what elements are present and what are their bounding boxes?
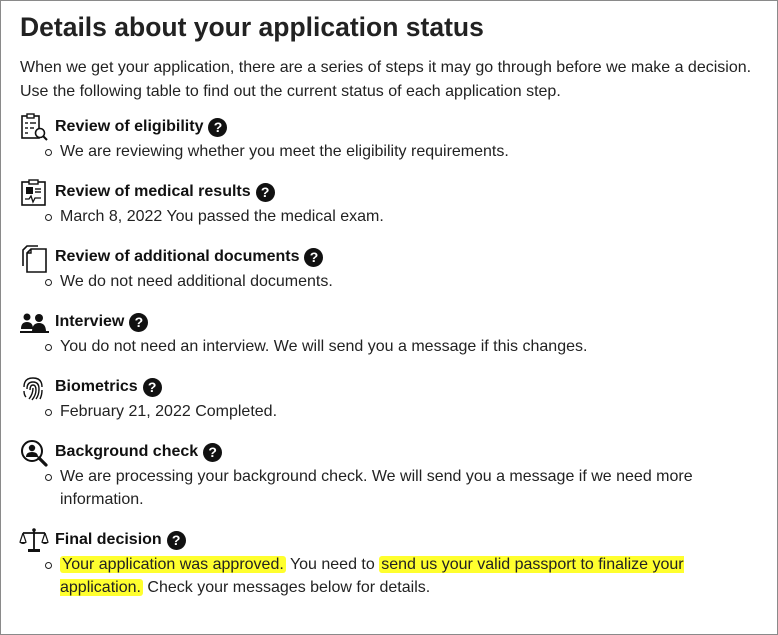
step-status: March 8, 2022 You passed the medical exa… <box>45 205 760 228</box>
bullet-icon <box>45 149 52 156</box>
step-status-text: We are reviewing whether you meet the el… <box>60 143 509 160</box>
step-status-text: You do not need an interview. We will se… <box>60 338 588 355</box>
step-status-text: March 8, 2022 You passed the medical exa… <box>60 208 384 225</box>
fingerprint-icon <box>19 375 51 403</box>
step-title-label: Review of eligibility <box>55 118 204 135</box>
step-status: We are processing your background check.… <box>45 465 760 511</box>
help-icon[interactable]: ? <box>142 377 162 397</box>
step-status: You do not need an interview. We will se… <box>45 335 760 358</box>
step-title: Interview ? <box>55 311 149 333</box>
clipboard-search-icon <box>19 113 51 141</box>
step-title: Review of eligibility ? <box>55 116 228 138</box>
step-title: Review of medical results ? <box>55 181 275 203</box>
step-title: Background check ? <box>55 441 223 463</box>
step-status-text-2: Check your messages below for details. <box>142 579 431 596</box>
step-title-label: Review of medical results <box>55 183 251 200</box>
step-status: Your application was approved. You need … <box>45 553 760 599</box>
step-title-label: Final decision <box>55 531 162 548</box>
step-status: We do not need additional documents. <box>45 270 760 293</box>
people-icon <box>19 311 51 339</box>
help-icon[interactable]: ? <box>255 182 275 202</box>
step-title-label: Biometrics <box>55 378 138 395</box>
help-icon[interactable]: ? <box>304 247 324 267</box>
step-title: Biometrics ? <box>55 376 162 398</box>
step-status-text: February 21, 2022 Completed. <box>60 403 278 420</box>
person-search-icon <box>19 439 51 467</box>
step-title-label: Review of additional documents <box>55 248 300 265</box>
step-status: We are reviewing whether you meet the el… <box>45 140 760 163</box>
page-title: Details about your application status <box>20 12 484 42</box>
help-icon[interactable]: ? <box>166 530 186 550</box>
bullet-icon <box>45 279 52 286</box>
help-icon[interactable]: ? <box>129 312 149 332</box>
help-icon[interactable]: ? <box>203 442 223 462</box>
bullet-icon <box>45 409 52 416</box>
bullet-icon <box>45 562 52 569</box>
scales-icon <box>19 527 51 555</box>
step-status-text: We are processing your background check.… <box>60 468 693 508</box>
documents-icon <box>19 244 51 273</box>
bullet-icon <box>45 214 52 221</box>
step-title-label: Interview <box>55 313 125 330</box>
medical-clipboard-icon <box>19 179 51 207</box>
step-status-text: You need to <box>285 556 380 573</box>
intro-text: When we get your application, there are … <box>20 59 752 100</box>
bullet-icon <box>45 474 52 481</box>
approved-highlight: Your application was approved. <box>60 556 286 573</box>
bullet-icon <box>45 344 52 351</box>
help-icon[interactable]: ? <box>208 117 228 137</box>
step-title-label: Background check <box>55 443 199 460</box>
step-title: Final decision ? <box>55 529 186 551</box>
step-title: Review of additional documents ? <box>55 246 324 268</box>
step-status-text: We do not need additional documents. <box>60 273 333 290</box>
step-status: February 21, 2022 Completed. <box>45 400 760 423</box>
